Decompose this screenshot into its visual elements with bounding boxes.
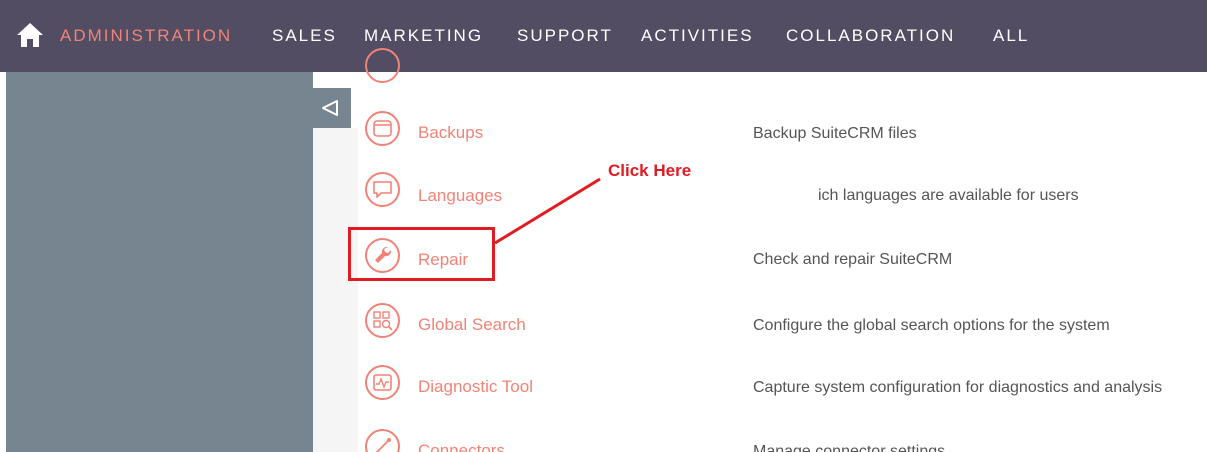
sidebar-gutter	[313, 128, 358, 452]
global-search-icon	[365, 303, 400, 338]
collapse-triangle-icon	[322, 100, 338, 116]
nav-item-support[interactable]: SUPPORT	[517, 26, 613, 46]
home-icon[interactable]	[16, 22, 44, 48]
admin-desc-global-search: Configure the global search options for …	[753, 317, 1110, 334]
admin-desc-repair: Check and repair SuiteCRM	[753, 251, 953, 268]
sidebar-panel	[6, 72, 313, 452]
connectors-icon	[365, 429, 400, 452]
admin-desc-languages: ich languages are available for users	[818, 187, 1079, 204]
nav-item-marketing[interactable]: MARKETING	[364, 26, 483, 46]
nav-item-collaboration[interactable]: COLLABORATION	[786, 26, 955, 46]
nav-item-sales[interactable]: SALES	[272, 26, 337, 46]
admin-link-global-search[interactable]: Global Search	[418, 314, 526, 336]
admin-desc-connectors: Manage connector settings	[753, 443, 946, 452]
backup-icon	[365, 111, 400, 146]
top-navigation-bar: ADMINISTRATION SALES MARKETING SUPPORT A…	[0, 0, 1207, 72]
admin-desc-backups: Backup SuiteCRM files	[753, 125, 917, 142]
repair-highlight-box	[348, 227, 495, 281]
click-here-callout: Click Here	[608, 161, 692, 180]
nav-item-activities[interactable]: ACTIVITIES	[641, 26, 754, 46]
partial-row-icon	[365, 48, 400, 83]
admin-link-languages[interactable]: Languages	[418, 185, 502, 207]
admin-link-diagnostic-tool[interactable]: Diagnostic Tool	[418, 376, 533, 398]
nav-item-administration[interactable]: ADMINISTRATION	[60, 26, 232, 46]
admin-link-backups[interactable]: Backups	[418, 122, 483, 144]
speech-bubble-icon	[365, 172, 400, 207]
admin-link-connectors[interactable]: Connectors	[418, 440, 505, 452]
diagnostic-icon	[365, 365, 400, 400]
nav-item-all[interactable]: ALL	[993, 26, 1029, 46]
sidebar-toggle-button[interactable]	[313, 88, 351, 128]
admin-desc-diagnostic-tool: Capture system configuration for diagnos…	[753, 379, 1163, 396]
